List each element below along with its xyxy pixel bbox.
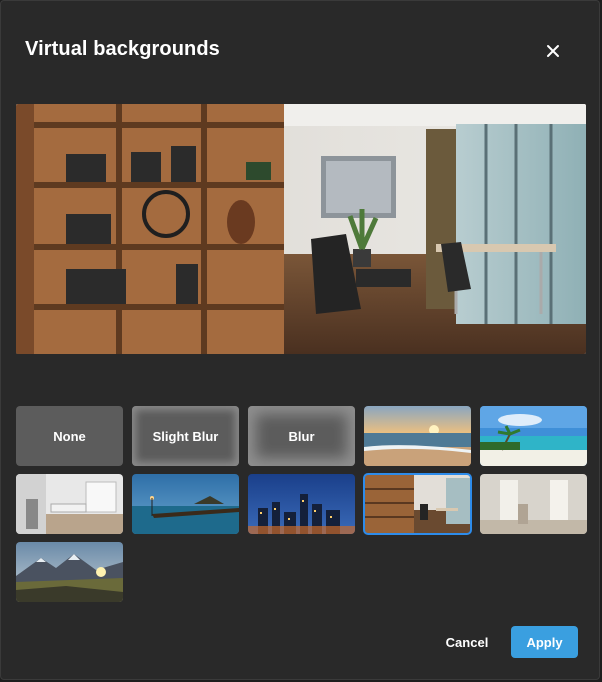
- background-option-blur[interactable]: Blur: [248, 406, 355, 466]
- background-option-slight-blur[interactable]: Slight Blur: [132, 406, 239, 466]
- background-option-label: None: [53, 428, 86, 444]
- background-option-label: Slight Blur: [152, 428, 219, 444]
- dialog-title: Virtual backgrounds: [25, 38, 220, 60]
- background-preview: [16, 104, 586, 354]
- background-option-pier-dusk[interactable]: [132, 474, 239, 534]
- cancel-button[interactable]: Cancel: [437, 626, 497, 658]
- background-option-city-night[interactable]: [248, 474, 355, 534]
- apply-button[interactable]: Apply: [511, 626, 578, 658]
- pier-dusk-thumbnail: [132, 474, 239, 534]
- close-button[interactable]: [541, 39, 565, 63]
- bright-room-thumbnail: [480, 474, 587, 534]
- background-option-none[interactable]: None: [16, 406, 123, 466]
- sunset-beach-thumbnail: [364, 406, 471, 466]
- background-option-sunset-beach[interactable]: [364, 406, 471, 466]
- background-option-bright-room[interactable]: [480, 474, 587, 534]
- background-option-label: Blur: [288, 428, 315, 444]
- office-thumbnail: [364, 474, 471, 534]
- tropical-beach-thumbnail: [480, 406, 587, 466]
- background-option-office[interactable]: [363, 473, 472, 535]
- office-preview-image: [16, 104, 586, 354]
- background-option-tropical-beach[interactable]: [480, 406, 587, 466]
- mountain-sunrise-thumbnail: [16, 542, 123, 602]
- white-kitchen-thumbnail: [16, 474, 123, 534]
- close-icon: [547, 45, 559, 57]
- virtual-backgrounds-dialog: Virtual backgrounds None Slight Blur Blu…: [0, 0, 600, 680]
- background-option-white-kitchen[interactable]: [16, 474, 123, 534]
- city-night-thumbnail: [248, 474, 355, 534]
- background-option-mountain-sunrise[interactable]: [16, 542, 123, 602]
